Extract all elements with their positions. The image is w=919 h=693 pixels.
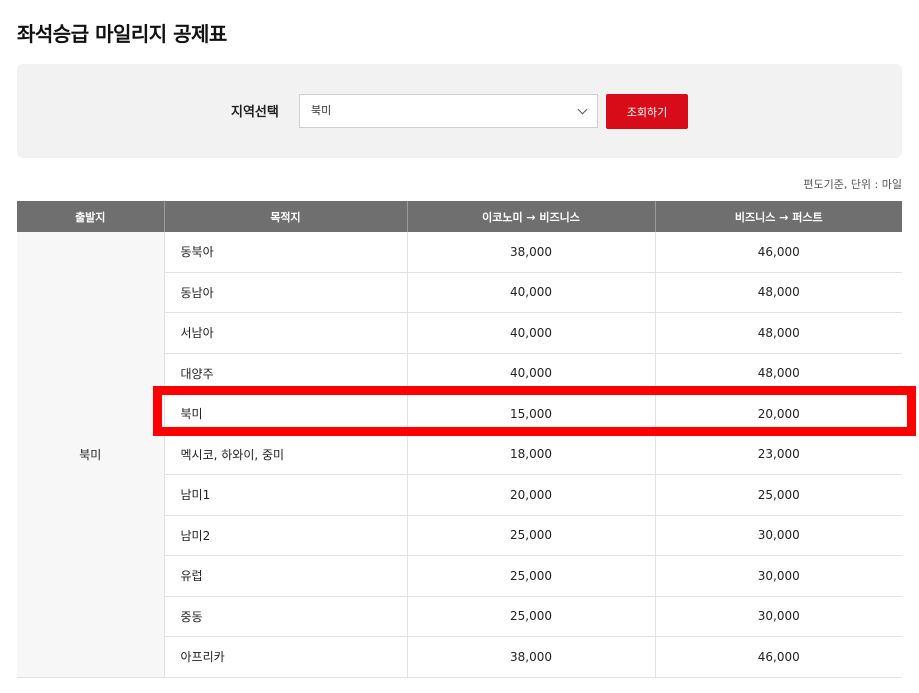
- economy-to-business-cell: 18,000: [406, 434, 655, 475]
- economy-to-business-cell: 25,000: [406, 596, 655, 637]
- business-to-first-cell: 30,000: [654, 515, 902, 556]
- economy-to-business-cell: 25,000: [406, 555, 655, 597]
- destination-cell: 유럽: [163, 555, 407, 597]
- region-select-label: 지역선택: [231, 105, 279, 120]
- header-economy-to-business: 이코노미 → 비즈니스: [406, 201, 655, 232]
- economy-to-business-cell: 40,000: [406, 353, 655, 394]
- economy-to-business-cell: 40,000: [406, 312, 655, 354]
- economy-to-business-cell: 25,000: [406, 515, 655, 556]
- business-to-first-cell: 20,000: [654, 393, 902, 435]
- destination-cell: 북미: [163, 393, 407, 435]
- business-to-first-cell: 46,000: [654, 232, 902, 273]
- table-row: 북미 동북아 38,000 46,000: [17, 232, 902, 678]
- business-to-first-cell: 30,000: [654, 596, 902, 637]
- economy-to-business-cell: 15,000: [406, 393, 655, 435]
- destination-cell: 남미1: [163, 474, 407, 516]
- destination-cell: 중동: [163, 596, 407, 637]
- destination-cell: 아프리카: [163, 636, 407, 678]
- page-title: 좌석승급 마일리지 공제표: [17, 22, 227, 46]
- business-to-first-cell: 48,000: [654, 353, 902, 394]
- economy-to-business-cell: 38,000: [406, 636, 655, 678]
- region-select[interactable]: 북미: [299, 94, 598, 128]
- business-to-first-cell: 23,000: [654, 434, 902, 475]
- header-destination: 목적지: [163, 201, 407, 232]
- business-to-first-cell: 48,000: [654, 272, 902, 313]
- mileage-table: 출발지 목적지 이코노미 → 비즈니스 비즈니스 → 퍼스트 북미 동북아 38,0…: [17, 201, 902, 678]
- business-to-first-cell: 25,000: [654, 474, 902, 516]
- destination-cell: 대양주: [163, 353, 407, 394]
- business-to-first-cell: 46,000: [654, 636, 902, 678]
- destination-cell: 동남아: [163, 272, 407, 313]
- unit-note: 편도기준, 단위 : 마일: [803, 178, 902, 191]
- destination-cell: 남미2: [163, 515, 407, 556]
- header-business-to-first: 비즈니스 → 퍼스트: [654, 201, 902, 232]
- table-header-row: 출발지 목적지 이코노미 → 비즈니스 비즈니스 → 퍼스트: [17, 201, 902, 232]
- origin-cell: 북미: [17, 232, 164, 678]
- table-body: 북미 동북아 38,000 46,000 동남아 40,000 48,000 서남아 40,00…: [17, 232, 902, 678]
- destination-cell: 멕시코, 하와이, 중미: [163, 434, 407, 475]
- economy-to-business-cell: 40,000: [406, 272, 655, 313]
- filter-panel: 지역선택 북미 조회하기: [17, 64, 902, 158]
- destination-cell: 동북아: [163, 232, 407, 273]
- business-to-first-cell: 48,000: [654, 312, 902, 354]
- destination-cell: 서남아: [163, 312, 407, 354]
- chevron-down-icon: [577, 104, 588, 115]
- business-to-first-cell: 30,000: [654, 555, 902, 597]
- search-button[interactable]: 조회하기: [606, 94, 688, 129]
- header-origin: 출발지: [17, 201, 164, 232]
- economy-to-business-cell: 38,000: [406, 232, 655, 273]
- region-select-value: 북미: [311, 104, 332, 117]
- economy-to-business-cell: 20,000: [406, 474, 655, 516]
